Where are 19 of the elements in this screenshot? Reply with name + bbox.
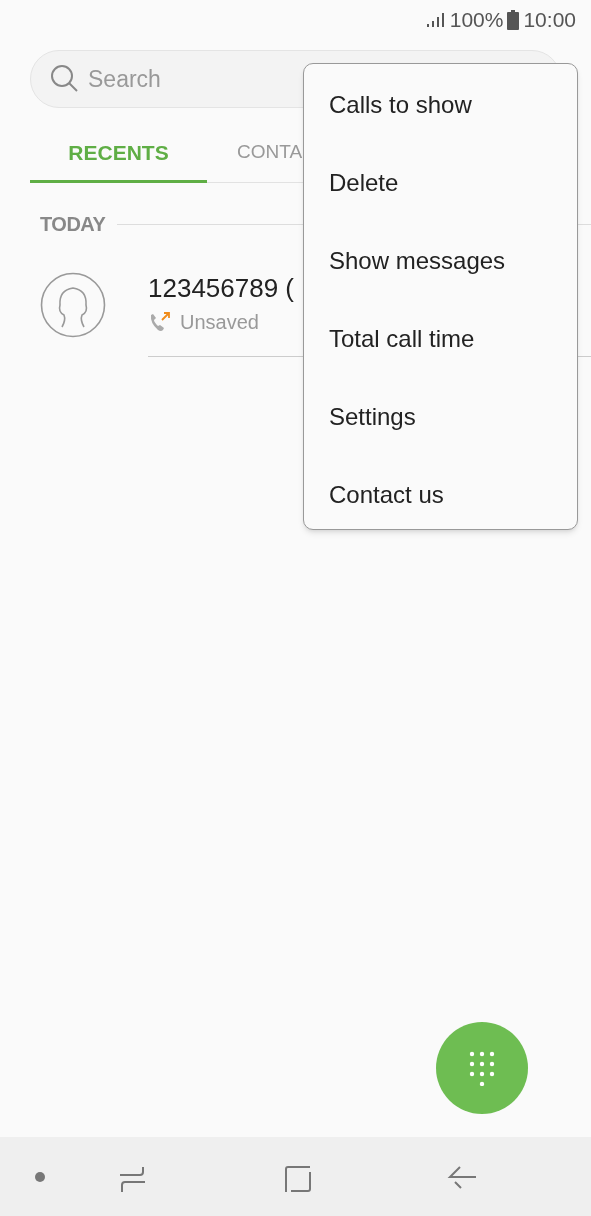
battery-icon [507,10,520,30]
search-icon [50,64,80,94]
signal-icon [425,12,446,28]
phone-number: 123456789 ( [148,272,296,305]
menu-item[interactable]: Total call time [304,300,577,378]
battery-percent: 100% [449,7,504,34]
menu-item[interactable]: Settings [304,378,577,456]
recent-apps-icon[interactable] [118,1164,148,1194]
dialpad-icon [468,1050,496,1086]
dot-icon[interactable] [35,1172,45,1182]
menu-item[interactable]: Contact us [304,456,577,534]
outgoing-call-icon [148,310,172,333]
clock: 10:00 [523,7,576,34]
menu-item[interactable]: Show messages [304,222,577,300]
call-label: Unsaved [180,309,259,335]
menu-item[interactable]: Delete [304,144,577,222]
section-header: TODAY [40,212,106,237]
home-icon[interactable] [282,1164,312,1194]
avatar-icon [40,272,106,338]
